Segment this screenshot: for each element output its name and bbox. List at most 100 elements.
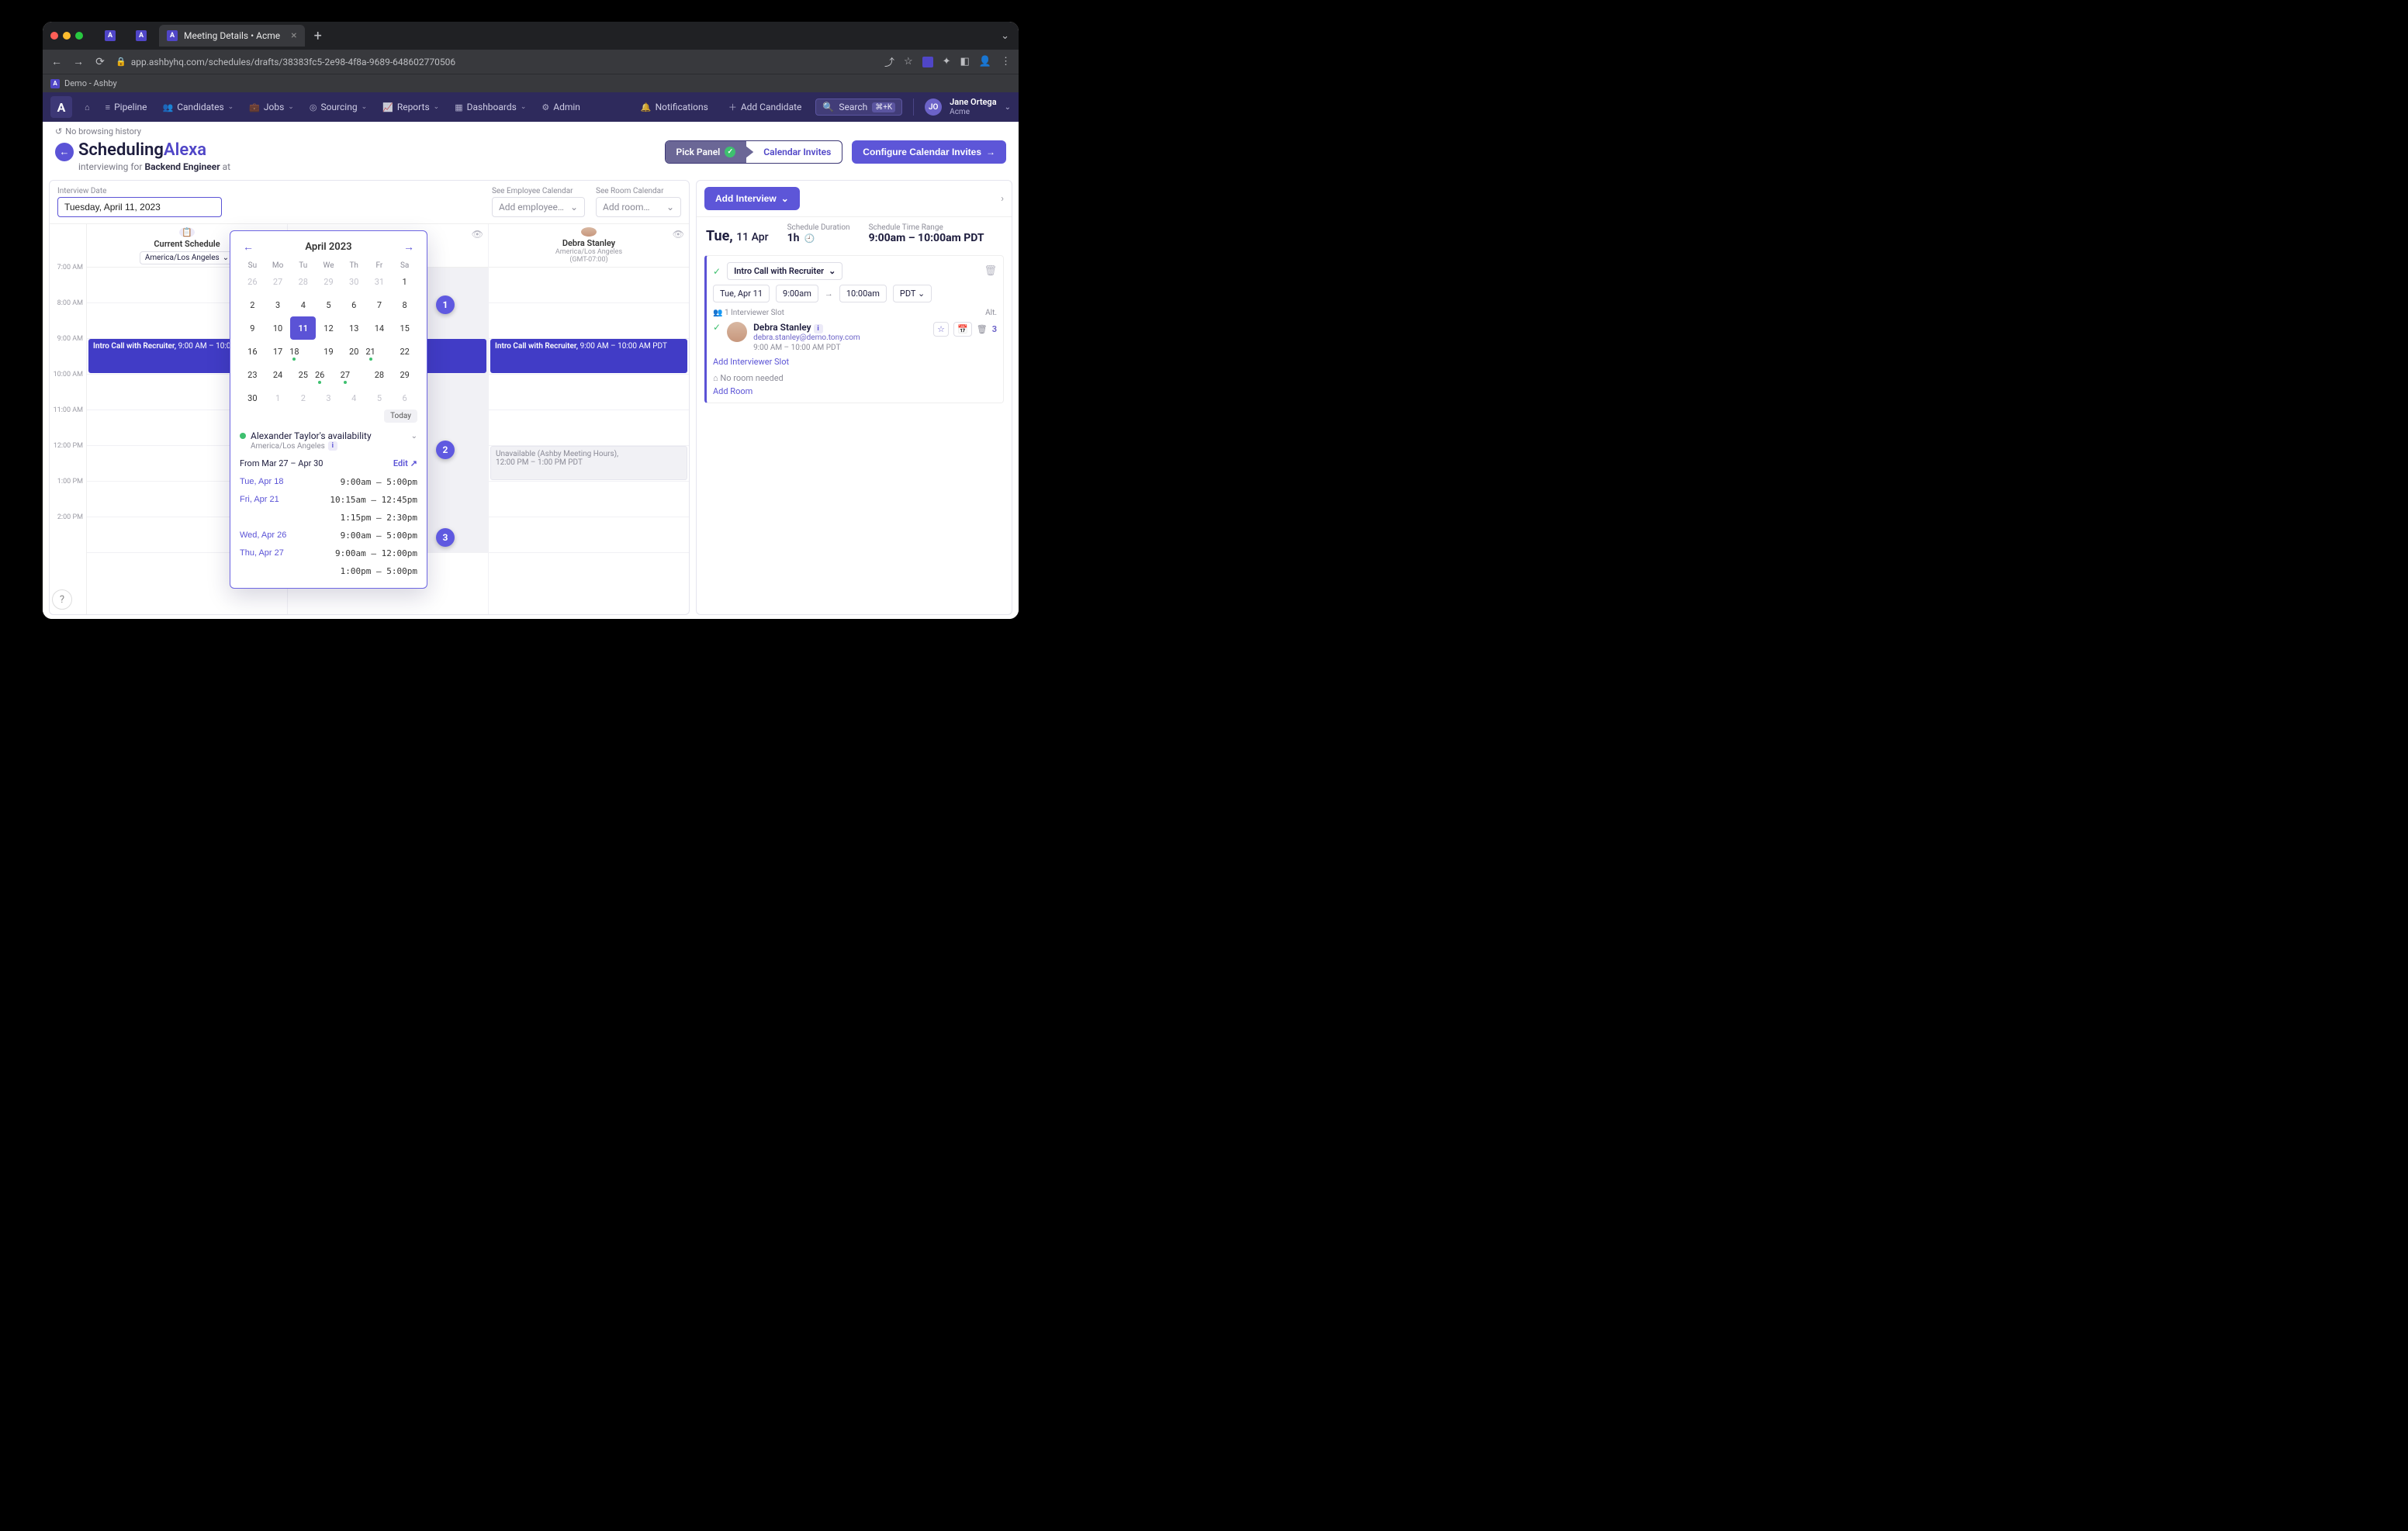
calendar-day[interactable]: 10 [265, 316, 291, 340]
profile-icon[interactable]: 👤 [979, 56, 991, 67]
help-button[interactable]: ? [52, 589, 72, 610]
step-calendar-invites[interactable]: Calendar Invites [746, 141, 842, 163]
back-button[interactable]: ← [55, 143, 74, 161]
new-tab-button[interactable]: + [310, 28, 327, 44]
calendar-day[interactable]: 7 [367, 293, 393, 316]
calendar-day[interactable]: 4 [290, 293, 316, 316]
overflow-icon[interactable]: ⋮ [1001, 56, 1011, 67]
search-button[interactable]: 🔍Search⌘+K [815, 98, 902, 116]
calendar-day[interactable]: 20 [341, 340, 367, 363]
calendar-day[interactable]: 14 [367, 316, 393, 340]
interview-title-select[interactable]: Intro Call with Recruiter⌄ [727, 262, 842, 280]
browser-tab-1[interactable]: A [128, 25, 154, 47]
add-employee-select[interactable]: Add employee…⌄ [492, 197, 585, 217]
calendar-day[interactable]: 15 [392, 316, 417, 340]
calendar-day[interactable]: 2 [240, 293, 265, 316]
nav-reports[interactable]: 📈Reports⌄ [376, 97, 445, 117]
browser-tab-0[interactable]: A [97, 25, 123, 47]
close-tab-icon[interactable]: × [291, 29, 296, 42]
calendar-day[interactable]: 18 [290, 340, 298, 363]
nav-home-icon[interactable]: ⌂ [78, 98, 96, 117]
calendar-day[interactable]: 30 [240, 386, 265, 410]
interview-tz-field[interactable]: PDT ⌄ [893, 285, 932, 302]
calendar-day[interactable]: 13 [341, 316, 367, 340]
info-icon[interactable]: i [328, 441, 337, 451]
timezone-pill[interactable]: America/Los Angeles⌄ [140, 251, 234, 264]
calendar-day[interactable]: 6 [392, 386, 417, 410]
event-intro-call-col3[interactable]: Intro Call with Recruiter, 9:00 AM – 10:… [490, 339, 687, 373]
notifications-button[interactable]: 🔔Notifications [635, 97, 714, 117]
calendar-day[interactable]: 30 [341, 270, 367, 293]
today-button[interactable]: Today [384, 410, 417, 423]
prev-month-icon[interactable]: ← [240, 239, 257, 255]
calendar-day[interactable]: 24 [265, 363, 291, 386]
step-pick-panel[interactable]: Pick Panel✓ [666, 141, 747, 163]
calendar-day[interactable]: 11 [290, 316, 316, 340]
nav-dashboards[interactable]: ▦Dashboards⌄ [448, 97, 532, 117]
calendar-day[interactable]: 28 [367, 363, 393, 386]
configure-invites-button[interactable]: Configure Calendar Invites→ [852, 140, 1006, 164]
interview-end-field[interactable]: 10:00am [839, 285, 887, 302]
nav-candidates[interactable]: 👥Candidates⌄ [157, 97, 240, 117]
next-month-icon[interactable]: → [400, 239, 417, 255]
hide-column-icon[interactable]: 👁 [472, 229, 483, 240]
calendar-day[interactable]: 1 [265, 386, 291, 410]
availability-toggle[interactable]: Alexander Taylor's availability ⌄ [240, 430, 417, 441]
bookmark-item[interactable]: Demo - Ashby [64, 78, 117, 88]
reload-icon[interactable]: ⟳ [94, 56, 106, 68]
star-icon[interactable]: ☆ [933, 322, 949, 337]
add-room-select[interactable]: Add room…⌄ [596, 197, 681, 217]
calendar-day[interactable]: 6 [341, 293, 367, 316]
back-icon[interactable]: ← [50, 55, 63, 68]
remove-interviewer-icon[interactable]: 🗑 [977, 324, 988, 334]
calendar-day[interactable]: 2 [290, 386, 316, 410]
calendar-day[interactable]: 31 [367, 270, 393, 293]
calendar-day[interactable]: 8 [392, 293, 417, 316]
window-controls[interactable] [50, 32, 83, 40]
user-avatar[interactable]: JO [925, 98, 942, 116]
calendar-day[interactable]: 29 [392, 363, 417, 386]
add-candidate-button[interactable]: ＋Add Candidate [722, 96, 808, 118]
extension-ashby-icon[interactable] [922, 57, 933, 67]
star-icon[interactable]: ☆ [904, 56, 913, 67]
nav-pipeline[interactable]: ≡Pipeline [99, 97, 154, 117]
interview-date-field[interactable]: Tue, Apr 11 [713, 285, 770, 302]
calendar-day[interactable]: 19 [316, 340, 341, 363]
nav-sourcing[interactable]: ◎Sourcing⌄ [303, 97, 373, 117]
forward-icon[interactable]: → [72, 55, 85, 68]
nav-jobs[interactable]: 💼Jobs⌄ [243, 97, 300, 117]
calendar-day[interactable]: 26 [316, 363, 323, 386]
alt-count[interactable]: 3 [992, 324, 997, 334]
calendar-day[interactable]: 3 [265, 293, 291, 316]
calendar-icon[interactable]: 📅 [953, 322, 972, 337]
add-interviewer-slot-link[interactable]: Add Interviewer Slot [713, 357, 789, 367]
calendar-day[interactable]: 3 [316, 386, 341, 410]
expand-panel-icon[interactable]: › [1001, 193, 1004, 205]
calendar-day[interactable]: 27 [341, 363, 349, 386]
nav-admin[interactable]: ⚙Admin [535, 97, 586, 117]
calendar-day[interactable]: 29 [316, 270, 341, 293]
calendar-day[interactable]: 4 [341, 386, 367, 410]
browser-tab-active[interactable]: A Meeting Details • Acme × [159, 25, 305, 47]
calendar-day[interactable]: 5 [367, 386, 393, 410]
calendar-day[interactable]: 17 [265, 340, 291, 363]
url-field[interactable]: 🔒 app.ashbyhq.com/schedules/drafts/38383… [116, 57, 875, 67]
share-icon[interactable]: ⤴ [884, 54, 894, 69]
add-room-link[interactable]: Add Room [713, 386, 752, 396]
user-menu[interactable]: Jane Ortega Acme [950, 98, 996, 116]
calendar-day[interactable]: 25 [290, 363, 316, 386]
edit-availability-link[interactable]: Edit↗ [393, 458, 417, 468]
calendar-day[interactable]: 5 [316, 293, 341, 316]
calendar-day[interactable]: 21 [367, 340, 375, 363]
calendar-day[interactable]: 16 [240, 340, 265, 363]
tab-overflow-icon[interactable]: ⌄ [991, 30, 1019, 42]
calendar-day[interactable]: 22 [392, 340, 417, 363]
interview-date-input[interactable] [57, 197, 222, 217]
add-interview-button[interactable]: Add Interview⌄ [704, 187, 800, 210]
delete-interview-icon[interactable]: 🗑 [984, 265, 997, 277]
calendar-day[interactable]: 12 [316, 316, 341, 340]
extensions-icon[interactable]: ✦ [943, 56, 951, 67]
calendar-day[interactable]: 1 [392, 270, 417, 293]
calendar-day[interactable]: 27 [265, 270, 291, 293]
calendar-day[interactable]: 26 [240, 270, 265, 293]
